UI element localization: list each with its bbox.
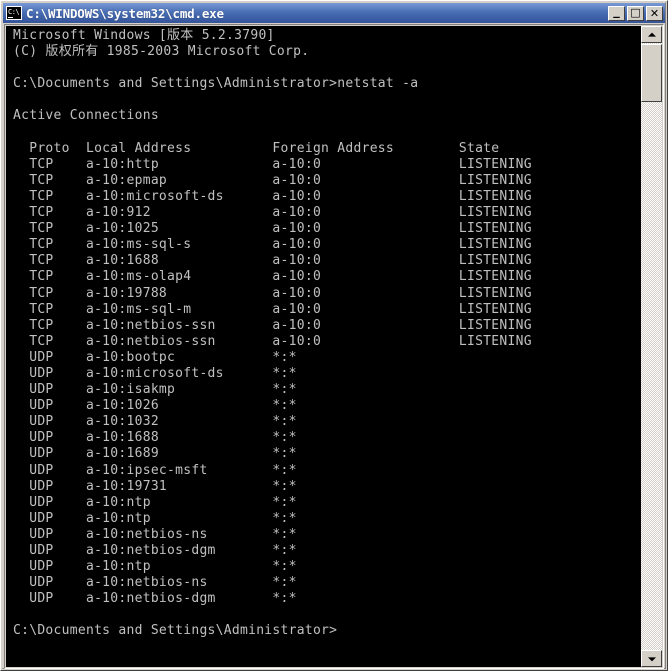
titlebar[interactable]: C:\WINDOWS\system32\cmd.exe _ □ ✕ [3, 3, 665, 23]
minimize-button[interactable]: _ [608, 3, 625, 21]
scrollbar-thumb[interactable] [641, 44, 662, 102]
console-text: Microsoft Windows [版本 5.2.3790] (C) 版权所有… [13, 28, 532, 639]
maximize-icon: □ [630, 5, 641, 19]
close-icon: ✕ [649, 6, 660, 20]
scroll-up-button[interactable] [641, 26, 662, 43]
vertical-scrollbar[interactable] [641, 26, 662, 667]
chevron-down-icon [647, 656, 656, 661]
scroll-down-button[interactable] [641, 650, 662, 667]
console-client-area: Microsoft Windows [版本 5.2.3790] (C) 版权所有… [4, 24, 664, 669]
cmd-window: C:\WINDOWS\system32\cmd.exe _ □ ✕ Micros… [0, 0, 668, 671]
window-title: C:\WINDOWS\system32\cmd.exe [26, 5, 224, 21]
cmd-console-icon [6, 6, 22, 20]
console-output-pane[interactable]: Microsoft Windows [版本 5.2.3790] (C) 版权所有… [6, 26, 642, 667]
maximize-button[interactable]: □ [627, 5, 644, 21]
minimize-icon: _ [613, 3, 620, 19]
close-button[interactable]: ✕ [646, 5, 663, 21]
chevron-up-icon [647, 32, 656, 37]
